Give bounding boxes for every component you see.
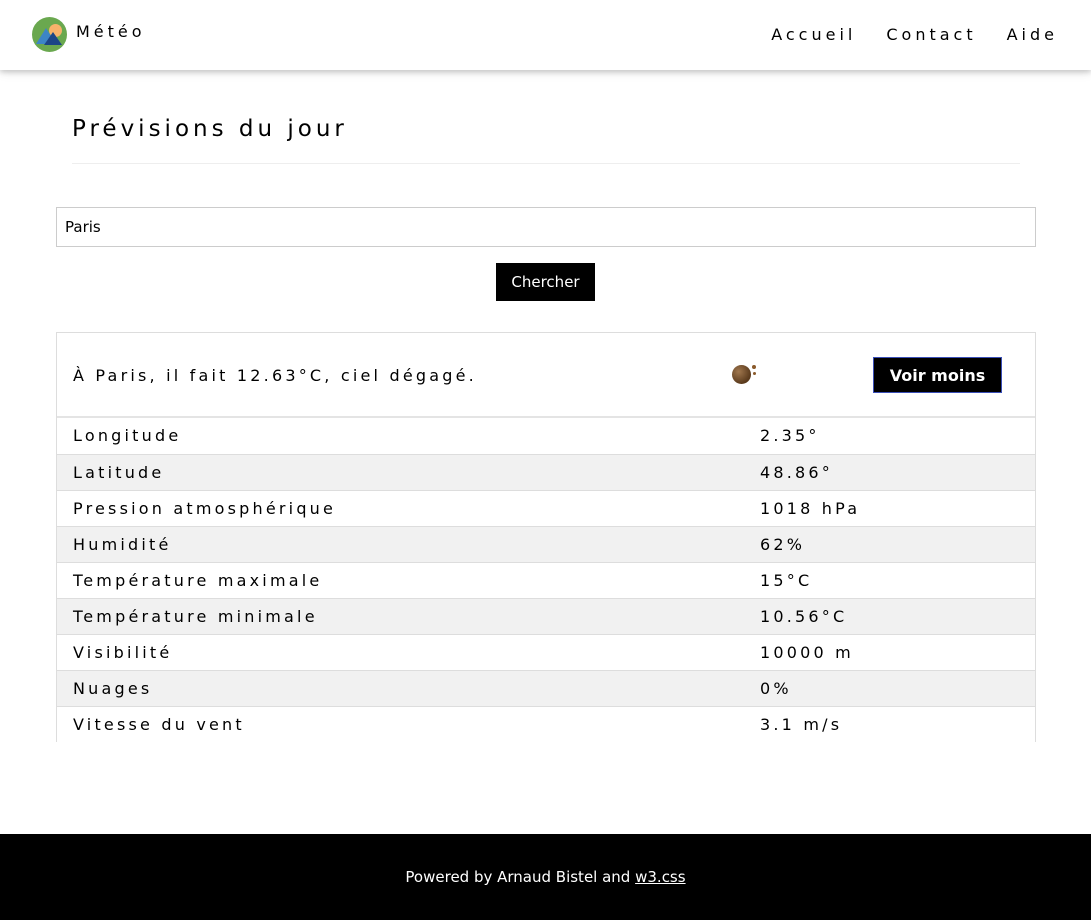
detail-label: Latitude	[73, 463, 165, 482]
footer: Powered by Arnaud Bistel and w3.css	[0, 834, 1091, 920]
footer-text: Powered by Arnaud Bistel and w3.css	[0, 867, 1091, 887]
page-title: Prévisions du jour	[72, 116, 348, 142]
table-row: Latitude 48.86°	[57, 454, 1035, 490]
detail-value: 48.86°	[760, 463, 834, 482]
w3css-link[interactable]: w3.css	[635, 868, 685, 886]
detail-value: 0%	[760, 679, 792, 698]
toggle-details-button[interactable]: Voir moins	[873, 357, 1002, 393]
search-button[interactable]: Chercher	[496, 263, 595, 301]
weather-logo-icon	[32, 16, 67, 52]
detail-value: 15°C	[760, 571, 813, 590]
detail-value: 10000 m	[760, 643, 854, 662]
brand[interactable]: Météo	[32, 16, 146, 52]
detail-value: 62%	[760, 535, 806, 554]
detail-label: Humidité	[73, 535, 172, 554]
clear-sky-icon	[732, 362, 760, 386]
table-row: Visibilité 10000 m	[57, 634, 1035, 670]
footer-credit: Powered by Arnaud Bistel and	[405, 868, 636, 886]
result-header: À Paris, il fait 12.63°C, ciel dégagé. V…	[57, 333, 1035, 418]
details-table: Longitude 2.35° Latitude 48.86° Pression…	[57, 418, 1035, 742]
table-row: Humidité 62%	[57, 526, 1035, 562]
detail-label: Pression atmosphérique	[73, 499, 337, 518]
weather-summary: À Paris, il fait 12.63°C, ciel dégagé.	[73, 366, 477, 385]
detail-value: 2.35°	[760, 426, 820, 445]
nav-link-accueil[interactable]: Accueil	[771, 25, 856, 45]
table-row: Vitesse du vent 3.1 m/s	[57, 706, 1035, 742]
city-search-input[interactable]	[56, 207, 1036, 247]
brand-title: Météo	[76, 21, 146, 41]
detail-label: Vitesse du vent	[73, 715, 245, 734]
table-row: Température minimale 10.56°C	[57, 598, 1035, 634]
detail-value: 3.1 m/s	[760, 715, 843, 734]
detail-value: 10.56°C	[760, 607, 848, 626]
nav-link-contact[interactable]: Contact	[886, 25, 976, 45]
detail-label: Température minimale	[73, 607, 318, 626]
nav-links: Accueil Contact Aide	[741, 25, 1058, 45]
table-row: Nuages 0%	[57, 670, 1035, 706]
title-divider	[72, 163, 1020, 164]
nav-link-aide[interactable]: Aide	[1007, 25, 1058, 45]
detail-label: Visibilité	[73, 643, 173, 662]
detail-label: Longitude	[73, 426, 182, 445]
detail-label: Nuages	[73, 679, 153, 698]
weather-result-card: À Paris, il fait 12.63°C, ciel dégagé. V…	[56, 332, 1036, 742]
table-row: Pression atmosphérique 1018 hPa	[57, 490, 1035, 526]
table-row: Température maximale 15°C	[57, 562, 1035, 598]
detail-label: Température maximale	[73, 571, 323, 590]
detail-value: 1018 hPa	[760, 499, 861, 518]
table-row: Longitude 2.35°	[57, 418, 1035, 454]
top-navbar: Météo Accueil Contact Aide	[0, 0, 1091, 70]
